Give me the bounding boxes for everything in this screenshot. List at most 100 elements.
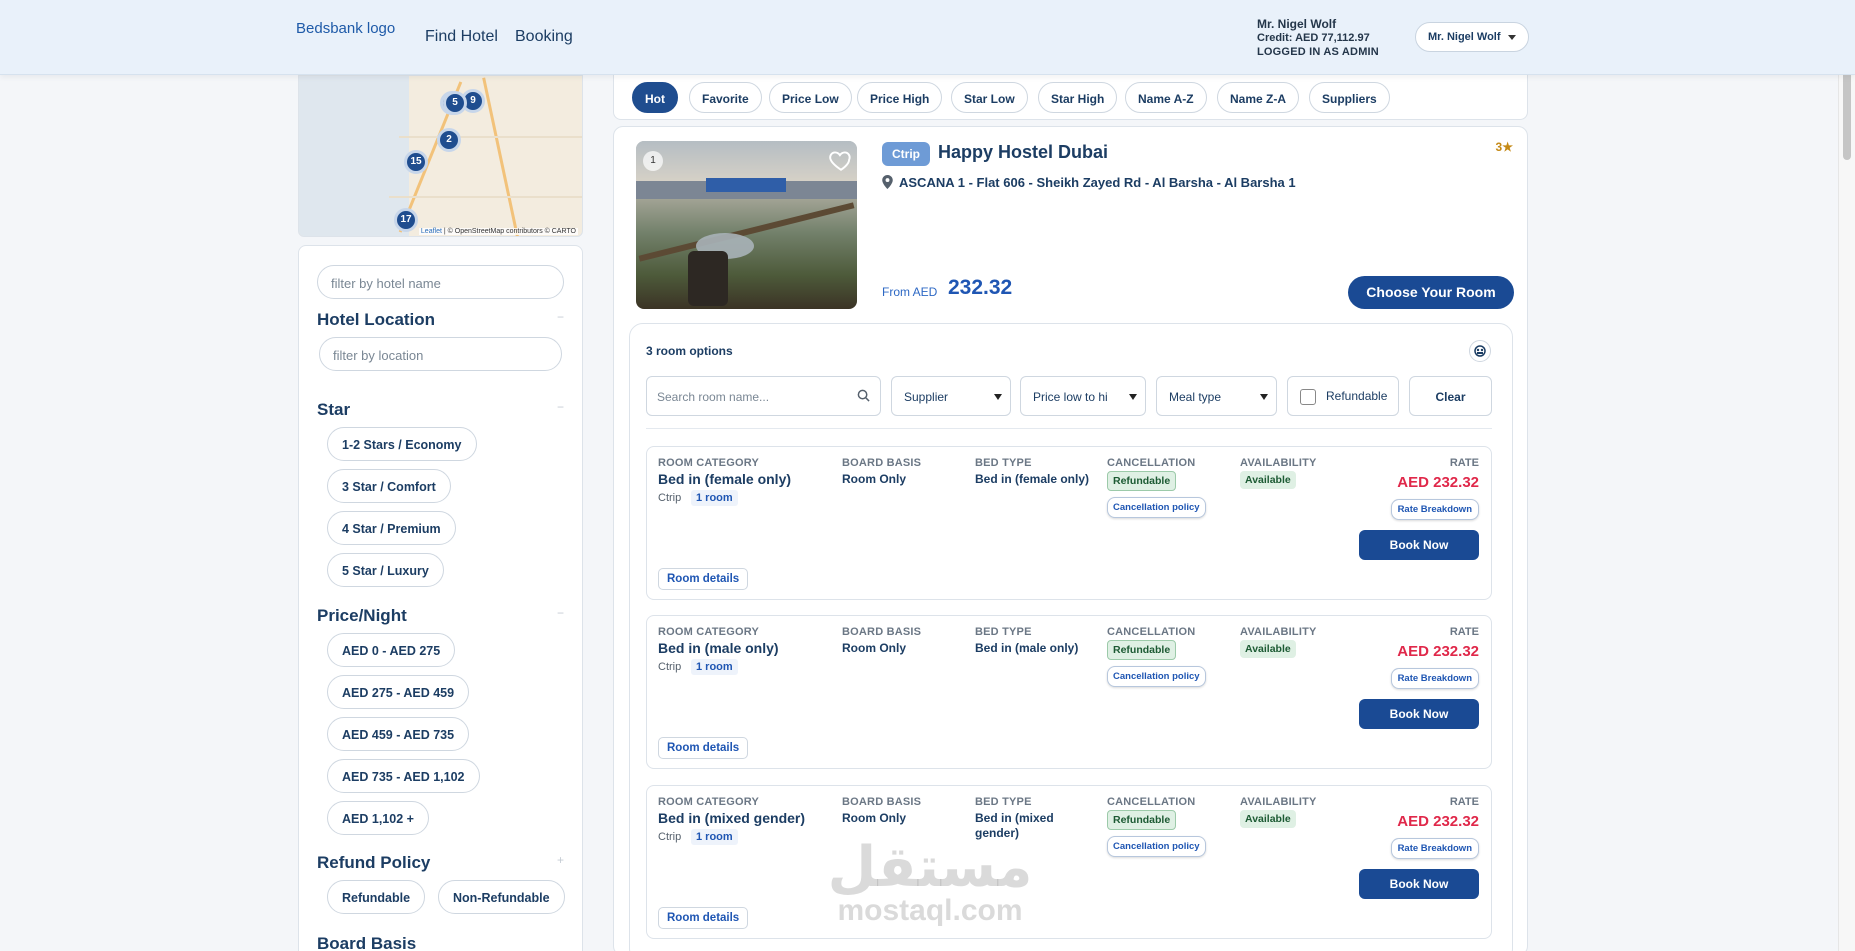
- rate-breakdown-button[interactable]: Rate Breakdown: [1390, 668, 1479, 689]
- room-name: Bed in (male only): [658, 640, 779, 656]
- user-menu-dropdown[interactable]: Mr. Nigel Wolf: [1415, 22, 1529, 52]
- room-supplier: Ctrip: [658, 661, 682, 673]
- clear-filters-button[interactable]: Clear: [1409, 376, 1492, 416]
- choose-room-button[interactable]: Choose Your Room: [1348, 276, 1514, 309]
- map-attribution: Leaflet | © OpenStreetMap contributors ©…: [418, 228, 578, 235]
- map-cluster[interactable]: 5: [443, 91, 467, 115]
- expand-icon[interactable]: +: [557, 853, 564, 867]
- col-availability: AVAILABILITY: [1240, 457, 1317, 469]
- bed-type: Bed in (male only): [975, 641, 1079, 655]
- hotel-card: 1 Ctrip Happy Hostel Dubai 3★ ASCANA 1 -…: [613, 126, 1528, 951]
- col-cancellation: CANCELLATION: [1107, 796, 1196, 808]
- price-filter-chip[interactable]: AED 735 - AED 1,102: [327, 759, 480, 793]
- meal-type-select[interactable]: Meal type: [1156, 376, 1277, 416]
- sort-name-za[interactable]: Name Z-A: [1217, 82, 1300, 113]
- sort-star-high[interactable]: Star High: [1038, 82, 1118, 113]
- dropdown-arrow-icon: [1260, 394, 1268, 400]
- nav-booking[interactable]: Booking: [515, 28, 573, 46]
- collapse-icon[interactable]: −: [557, 400, 564, 414]
- supplier-select-value: Supplier: [904, 390, 949, 404]
- refundable-filter[interactable]: Refundable: [1287, 376, 1399, 416]
- hotel-address: ASCANA 1 - Flat 606 - Sheikh Zayed Rd - …: [899, 175, 1296, 190]
- map-cluster[interactable]: 17: [394, 208, 418, 232]
- page-scrollbar[interactable]: [1838, 0, 1855, 951]
- room-supplier: Ctrip: [658, 492, 682, 504]
- user-info: Mr. Nigel Wolf Credit: AED 77,112.97 LOG…: [1257, 17, 1379, 59]
- col-room-category: ROOM CATEGORY: [658, 626, 759, 638]
- map-road: [389, 196, 582, 198]
- room-details-button[interactable]: Room details: [658, 907, 749, 929]
- col-board-basis: BOARD BASIS: [842, 796, 922, 808]
- star-filter-chip[interactable]: 4 Star / Premium: [327, 511, 456, 545]
- rate-breakdown-button[interactable]: Rate Breakdown: [1390, 838, 1479, 859]
- price-filter-chip[interactable]: AED 275 - AED 459: [327, 675, 470, 709]
- price-filter-chip[interactable]: AED 1,102 +: [327, 801, 429, 835]
- star-title: Star: [317, 400, 351, 419]
- price-sort-select[interactable]: Price low to hi: [1020, 376, 1146, 416]
- sort-suppliers[interactable]: Suppliers: [1309, 82, 1390, 113]
- room-details-button[interactable]: Room details: [658, 737, 749, 759]
- sort-price-high[interactable]: Price High: [857, 82, 943, 113]
- heart-icon[interactable]: [828, 147, 854, 173]
- sort-price-low[interactable]: Price Low: [769, 82, 852, 113]
- refund-filter-chip[interactable]: Refundable: [327, 880, 426, 914]
- col-board-basis: BOARD BASIS: [842, 626, 922, 638]
- view-toggle-icon[interactable]: [1469, 340, 1491, 362]
- supplier-select[interactable]: Supplier: [891, 376, 1011, 416]
- map-road: [399, 136, 582, 138]
- hotel-photo[interactable]: 1: [636, 141, 857, 309]
- price-filter-chip[interactable]: AED 459 - AED 735: [327, 717, 470, 751]
- sort-name-az[interactable]: Name A-Z: [1125, 82, 1207, 113]
- from-price: 232.32: [948, 276, 1013, 299]
- star-filter-chip[interactable]: 5 Star / Luxury: [327, 553, 444, 587]
- sort-hot[interactable]: Hot: [632, 82, 678, 113]
- refundable-checkbox[interactable]: [1300, 389, 1316, 405]
- refundable-badge: Refundable: [1107, 640, 1177, 660]
- cancellation-policy-button[interactable]: Cancellation policy: [1107, 666, 1206, 687]
- availability-badge: Available: [1240, 471, 1296, 489]
- nav-find-hotel[interactable]: Find Hotel: [425, 28, 498, 46]
- price-night-title: Price/Night: [317, 606, 407, 625]
- room-search-input[interactable]: Search room name...: [646, 376, 881, 416]
- mostaql-watermark: مستقل mostaql.com: [815, 840, 1045, 926]
- sort-favorite[interactable]: Favorite: [689, 82, 762, 113]
- col-bed-type: BED TYPE: [975, 457, 1032, 469]
- refund-policy-title: Refund Policy: [317, 853, 431, 872]
- hotel-name-filter[interactable]: filter by hotel name: [317, 265, 564, 299]
- price-filter-chip[interactable]: AED 0 - AED 275: [327, 633, 456, 667]
- room-details-button[interactable]: Room details: [658, 568, 749, 590]
- book-now-button[interactable]: Book Now: [1359, 530, 1479, 560]
- location-filter[interactable]: filter by location: [319, 337, 562, 371]
- star-filter-chip[interactable]: 3 Star / Comfort: [327, 469, 451, 503]
- refund-filter-chip[interactable]: Non-Refundable: [438, 880, 565, 914]
- collapse-icon[interactable]: −: [557, 606, 564, 620]
- col-availability: AVAILABILITY: [1240, 796, 1317, 808]
- board-basis: Room Only: [842, 472, 907, 486]
- book-now-button[interactable]: Book Now: [1359, 699, 1479, 729]
- availability-badge: Available: [1240, 810, 1296, 828]
- map-cluster[interactable]: 2: [437, 128, 461, 152]
- hotel-map[interactable]: 9 9 5 2 15 17 Leaflet | © OpenStreetMap …: [298, 75, 583, 237]
- book-now-button[interactable]: Book Now: [1359, 869, 1479, 899]
- room-quantity: 1 room: [691, 659, 738, 675]
- rate-breakdown-button[interactable]: Rate Breakdown: [1390, 499, 1479, 520]
- sort-star-low[interactable]: Star Low: [951, 82, 1028, 113]
- image-index: 1: [643, 151, 663, 171]
- hotel-name[interactable]: Happy Hostel Dubai: [938, 142, 1108, 163]
- leaflet-link[interactable]: Leaflet: [421, 228, 442, 235]
- map-cluster[interactable]: 15: [404, 150, 428, 174]
- room-rate: AED 232.32: [1397, 813, 1479, 830]
- room-options-panel: 3 room options Search room name... Suppl…: [629, 323, 1513, 951]
- col-room-category: ROOM CATEGORY: [658, 796, 759, 808]
- refundable-badge: Refundable: [1107, 810, 1177, 830]
- cancellation-policy-button[interactable]: Cancellation policy: [1107, 836, 1206, 857]
- star-filter-chip[interactable]: 1-2 Stars / Economy: [327, 427, 477, 461]
- hotel-location-title: Hotel Location: [317, 310, 436, 329]
- collapse-icon[interactable]: −: [557, 310, 564, 324]
- cancellation-policy-button[interactable]: Cancellation policy: [1107, 497, 1206, 518]
- availability-badge: Available: [1240, 640, 1296, 658]
- bedsbank-logo[interactable]: Bedsbank logo: [296, 20, 395, 37]
- room-name: Bed in (mixed gender): [658, 810, 806, 826]
- divider: [646, 428, 1492, 429]
- user-role: LOGGED IN AS ADMIN: [1257, 46, 1379, 58]
